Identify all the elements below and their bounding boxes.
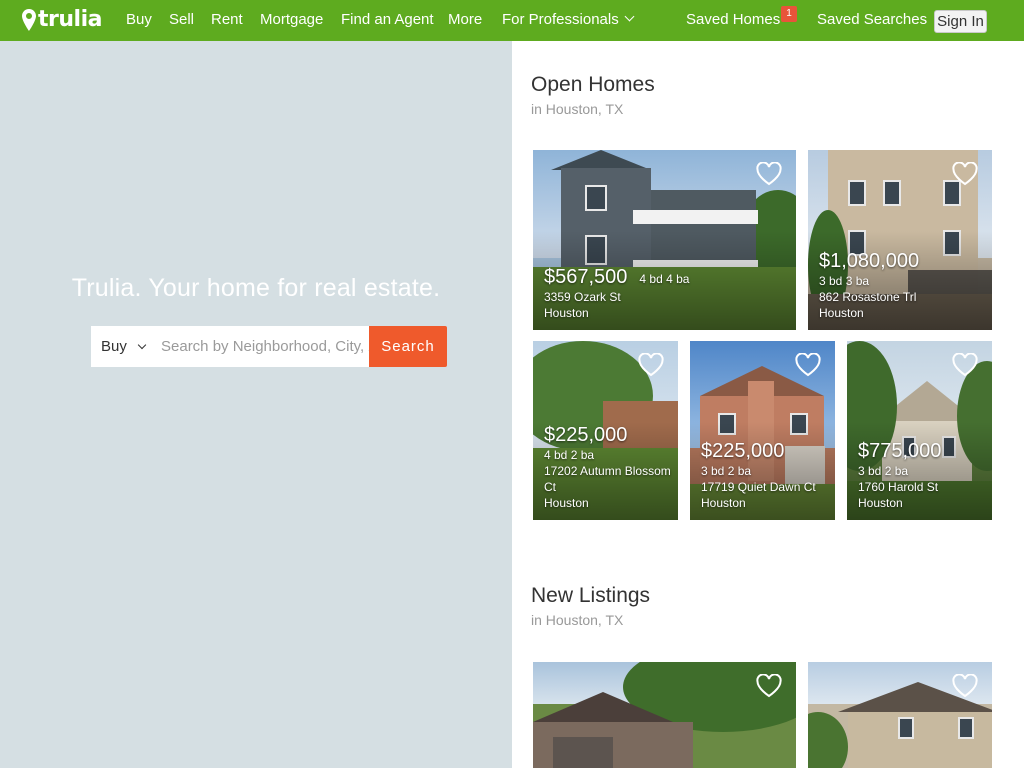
nav-for-professionals-label: For Professionals (502, 11, 619, 28)
location-pin-icon (22, 9, 36, 31)
top-nav: trulia Buy Sell Rent Mortgage Find an Ag… (0, 0, 1024, 41)
listing-beds-baths: 4 bd 2 ba (544, 448, 595, 462)
chevron-down-icon (624, 11, 635, 22)
listing-info: $567,500 4 bd 4 ba 3359 Ozark St Houston (544, 265, 792, 321)
listing-price: $567,500 (544, 266, 628, 288)
new-listings-title: New Listings (531, 584, 651, 607)
listing-info: $1,080,000 3 bd 3 ba 862 Rosastone Trl H… (819, 249, 988, 321)
listing-city: Houston (544, 496, 589, 510)
listing-price: $775,000 (858, 440, 942, 462)
search-type-value: Buy (101, 338, 127, 355)
new-listing-card[interactable] (808, 662, 992, 768)
listing-city: Houston (819, 306, 864, 320)
favorite-heart-icon[interactable] (952, 673, 978, 698)
new-listings-subtitle: in Houston, TX (531, 612, 624, 628)
listing-info: $775,000 3 bd 2 ba 1760 Harold St Housto… (858, 439, 988, 511)
favorite-heart-icon[interactable] (795, 352, 821, 377)
saved-homes-count-badge: 1 (781, 6, 797, 22)
nav-saved-homes[interactable]: Saved Homes (686, 10, 780, 30)
hero-panel: Trulia. Your home for real estate. Buy S… (0, 41, 512, 768)
favorite-heart-icon[interactable] (952, 352, 978, 377)
nav-more[interactable]: More (448, 10, 482, 30)
open-home-card[interactable]: $1,080,000 3 bd 3 ba 862 Rosastone Trl H… (808, 150, 992, 330)
hero-search-bar: Buy Search (91, 326, 447, 367)
favorite-heart-icon[interactable] (756, 161, 782, 186)
new-listing-card[interactable] (533, 662, 796, 768)
open-home-card[interactable]: $775,000 3 bd 2 ba 1760 Harold St Housto… (847, 341, 992, 520)
favorite-heart-icon[interactable] (952, 161, 978, 186)
open-homes-title: Open Homes (531, 73, 655, 96)
listing-beds-baths: 3 bd 2 ba (858, 464, 909, 478)
listing-beds-baths: 3 bd 2 ba (701, 464, 752, 478)
listing-info: $225,000 3 bd 2 ba 17719 Quiet Dawn Ct H… (701, 439, 831, 511)
sign-in-button[interactable]: Sign In (934, 10, 987, 33)
listing-price: $225,000 (544, 424, 628, 446)
favorite-heart-icon[interactable] (638, 352, 664, 377)
open-home-card[interactable]: $225,000 3 bd 2 ba 17719 Quiet Dawn Ct H… (690, 341, 835, 520)
open-home-card[interactable]: $567,500 4 bd 4 ba 3359 Ozark St Houston (533, 150, 796, 330)
search-input[interactable] (151, 326, 369, 367)
listing-address: 17719 Quiet Dawn Ct (701, 480, 816, 494)
hero-tagline: Trulia. Your home for real estate. (71, 274, 441, 302)
listing-address: 862 Rosastone Trl (819, 290, 917, 304)
favorite-heart-icon[interactable] (756, 673, 782, 698)
nav-find-agent[interactable]: Find an Agent (341, 10, 434, 30)
listing-price: $225,000 (701, 440, 785, 462)
listing-city: Houston (858, 496, 903, 510)
nav-rent[interactable]: Rent (211, 10, 243, 30)
search-button[interactable]: Search (369, 326, 447, 367)
nav-saved-searches[interactable]: Saved Searches (817, 10, 927, 30)
open-home-card[interactable]: $225,000 4 bd 2 ba 17202 Autumn Blossom … (533, 341, 678, 520)
listing-price: $1,080,000 (819, 250, 920, 272)
logo-text: trulia (38, 7, 102, 32)
listing-city: Houston (701, 496, 746, 510)
listing-address: 1760 Harold St (858, 480, 939, 494)
nav-buy[interactable]: Buy (126, 10, 152, 30)
chevron-down-icon (137, 340, 147, 349)
listing-address: 3359 Ozark St (544, 290, 621, 304)
listing-city: Houston (544, 306, 589, 320)
nav-for-professionals[interactable]: For Professionals (502, 10, 635, 30)
search-type-dropdown[interactable]: Buy (91, 326, 151, 367)
listing-info: $225,000 4 bd 2 ba 17202 Autumn Blossom … (544, 423, 674, 511)
listing-address: 17202 Autumn Blossom Ct (544, 464, 671, 494)
nav-mortgage[interactable]: Mortgage (260, 10, 323, 30)
trulia-logo[interactable]: trulia (22, 7, 102, 33)
open-homes-subtitle: in Houston, TX (531, 101, 624, 117)
listing-beds-baths: 4 bd 4 ba (639, 272, 690, 286)
listing-beds-baths: 3 bd 3 ba (819, 274, 870, 288)
nav-sell[interactable]: Sell (169, 10, 194, 30)
